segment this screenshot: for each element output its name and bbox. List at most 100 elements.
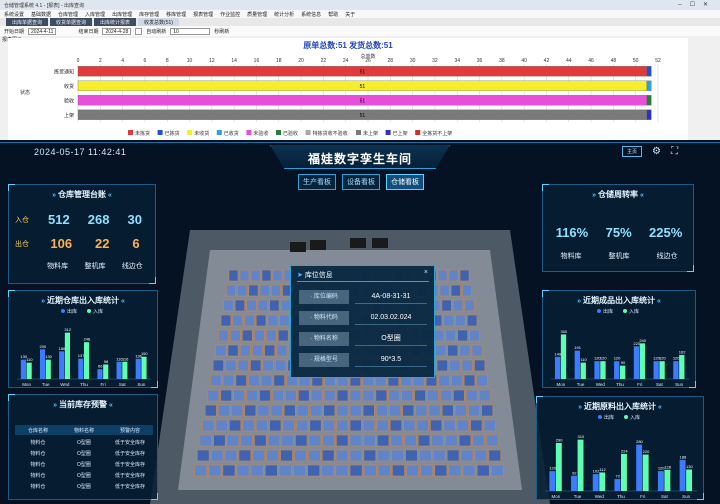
refresh-interval-select[interactable]: 10 xyxy=(170,27,211,35)
bar xyxy=(560,334,567,379)
alert-table-body: 物料仓 O型圈 低于安全库存 物料仓 O型圈 低于安全库存 物料仓 O型圈 低于安全库存 物料仓 O… xyxy=(15,437,153,492)
bar-segment xyxy=(646,66,652,77)
rack-unit xyxy=(230,329,241,342)
rack-unit xyxy=(474,449,488,462)
legend-swatch xyxy=(356,130,361,135)
x-tick-label: 8 xyxy=(166,58,169,64)
rack-unit xyxy=(260,374,273,387)
rack-unit xyxy=(403,419,416,432)
rack-unit xyxy=(250,359,262,372)
tab-2[interactable]: 出库统计报表 xyxy=(94,18,137,26)
rack-unit xyxy=(277,329,289,342)
popup-value: 02.03.02.024 xyxy=(355,311,427,325)
rack-unit xyxy=(257,299,268,312)
y-tick-label: 收货 xyxy=(64,83,74,90)
inbound-label: 入仓 xyxy=(15,217,29,224)
legend-label: 入库 xyxy=(629,308,639,315)
bar xyxy=(592,474,599,491)
rack-unit xyxy=(437,269,448,282)
bar xyxy=(554,356,561,379)
auto-refresh-checkbox[interactable] xyxy=(135,27,143,35)
rack-unit xyxy=(488,449,502,462)
x-tick-label: 0 xyxy=(77,58,80,64)
x-tick-label: 38 xyxy=(499,58,505,64)
rack-unit xyxy=(453,389,465,402)
x-tick-label: Sat xyxy=(119,382,127,387)
rack-unit xyxy=(417,434,431,447)
rack-unit xyxy=(471,344,483,357)
tab-0[interactable]: 出库单据查询 xyxy=(6,18,49,26)
legend-swatch xyxy=(385,130,391,135)
rack-unit xyxy=(253,329,265,342)
rack-unit xyxy=(376,434,390,447)
rack-unit xyxy=(254,434,267,447)
ledger-row2-value-2: 6 xyxy=(132,236,140,251)
turnover-value-2: 225% xyxy=(649,225,683,240)
rack-unit xyxy=(446,449,460,462)
rack-unit xyxy=(248,374,260,387)
bar xyxy=(84,342,90,379)
rack-unit xyxy=(228,269,239,282)
popup-title: ➤ 库位信息 xyxy=(297,272,333,279)
rack-unit xyxy=(199,434,212,447)
menu-bar: 系统设置 基础数据 仓库管理 入库管理 出库管理 库存管理 移库管理 报表管理 作业监控 质量管理… xyxy=(0,10,720,18)
legend-swatch xyxy=(128,130,133,135)
rack-unit xyxy=(252,344,263,357)
window-controls[interactable]: –☐✕ xyxy=(678,1,716,8)
home-button[interactable]: 主页 xyxy=(622,146,643,157)
rack-unit xyxy=(266,449,279,462)
data-label: 98 xyxy=(104,359,109,364)
rack-unit xyxy=(220,389,232,402)
rack-unit xyxy=(273,374,285,387)
ledger-col-2: 线边仓 xyxy=(121,263,143,270)
table-row: 物料仓 O型圈 低于安全库存 xyxy=(15,481,153,492)
rack-unit xyxy=(225,359,237,372)
rack-unit xyxy=(308,449,321,462)
close-icon[interactable]: × xyxy=(424,269,428,276)
rack-unit xyxy=(269,419,282,432)
legend-label: 未验收 xyxy=(253,130,268,137)
rack-unit xyxy=(463,374,476,387)
bar xyxy=(679,354,685,379)
turnover-value-1: 75% xyxy=(605,225,632,240)
rack-unit xyxy=(472,434,485,447)
rack-unit xyxy=(283,404,296,417)
tab-1[interactable]: 收货单据查询 xyxy=(50,18,93,26)
turnover-columns: 物料库 整机库 线边仓 xyxy=(547,251,691,261)
x-tick-label: 2 xyxy=(99,58,102,64)
ledger-row1-value-2: 30 xyxy=(127,212,142,227)
x-tick-label: 46 xyxy=(588,58,594,64)
fullscreen-icon[interactable]: ⛶ xyxy=(671,146,678,157)
rack-unit xyxy=(460,449,474,462)
bar xyxy=(657,471,664,491)
rack-unit xyxy=(376,419,389,432)
rack-unit xyxy=(202,419,215,432)
rack-unit xyxy=(222,464,236,477)
rack-unit xyxy=(322,419,335,432)
popup-key: · 库位编码 xyxy=(299,290,349,304)
ledger-col-1: 整机库 xyxy=(84,263,106,270)
nav-0[interactable]: 生产看板 xyxy=(298,174,336,190)
nav-1[interactable]: 设备看板 xyxy=(342,174,380,190)
tab-3[interactable]: 收发总数(51) xyxy=(138,18,179,26)
gear-icon[interactable]: ⚙ xyxy=(652,146,661,157)
x-tick-label: 28 xyxy=(388,58,394,64)
rack-unit xyxy=(363,419,376,432)
rack-unit xyxy=(272,389,284,402)
rack-unit xyxy=(222,374,235,387)
rack-unit xyxy=(259,389,271,402)
rack-unit xyxy=(234,299,245,312)
start-date-input[interactable]: 2024-4-11 xyxy=(28,27,57,35)
rack-unit xyxy=(294,449,307,462)
nav-2[interactable]: 仓储看板 xyxy=(386,174,424,190)
bar xyxy=(673,361,679,379)
alert-cell-1: O型圈 xyxy=(77,462,91,468)
bar xyxy=(580,362,586,379)
rack-unit xyxy=(448,464,462,477)
bin-info-popup: ➤ 库位信息 × · 库位编码 4A-08-31-31 · 物料代码 02.03.02… xyxy=(290,265,435,378)
popup-row: · 物料名称 O型圈 xyxy=(299,332,427,346)
x-tick-label: Wed xyxy=(595,494,605,499)
end-date-input[interactable]: 2024-4-28 xyxy=(102,27,132,35)
bar xyxy=(633,346,640,379)
legend-swatch xyxy=(157,130,163,135)
